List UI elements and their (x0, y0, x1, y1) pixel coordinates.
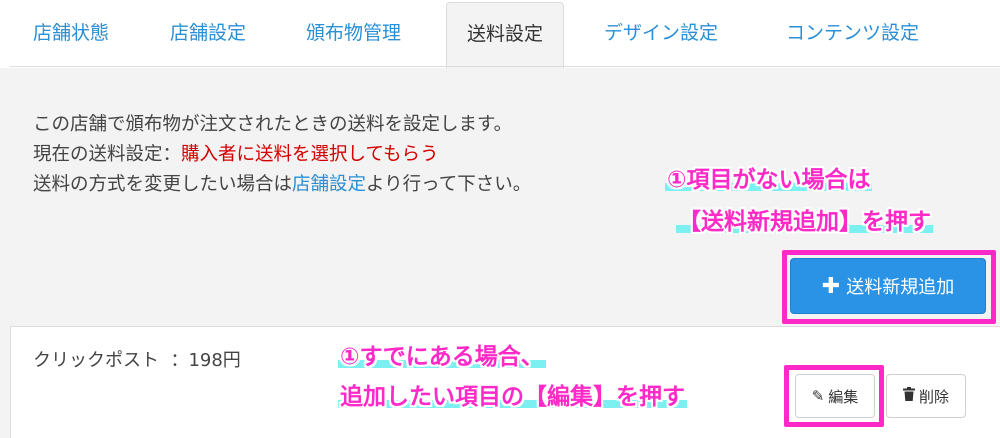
shipping-item-name: クリックポスト (33, 350, 159, 371)
edit-button[interactable]: ✎ 編集 (795, 374, 875, 418)
tab-store-settings[interactable]: 店舗設定 (170, 18, 246, 45)
current-setting-label: 現在の送料設定： (33, 144, 182, 165)
delete-label: 削除 (918, 387, 949, 406)
current-setting-value: 購入者に送料を選択してもらう (181, 144, 439, 165)
shipping-item-separator: ： (170, 350, 189, 371)
tab-design-settings[interactable]: デザイン設定 (604, 18, 718, 45)
store-settings-link[interactable]: 店舗設定 (292, 174, 366, 195)
tab-divider (10, 66, 1000, 67)
tab-content-settings[interactable]: コンテンツ設定 (786, 18, 919, 45)
delete-button[interactable]: 削除 (886, 374, 966, 418)
change-method-text: 送料の方式を変更したい場合は (33, 174, 293, 195)
annotation-bottom-line-1: ①すでにある場合、 (338, 344, 546, 370)
shipping-item-price: 198円 (188, 350, 241, 371)
add-shipping-button[interactable]: ✚ 送料新規追加 (790, 258, 986, 314)
shipping-item: クリックポスト ：198円 (33, 346, 241, 372)
annotation-top-line-2: 【送料新規追加】を押す (676, 209, 933, 235)
shipping-description: この店舗で頒布物が注文されたときの送料を設定します。 現在の送料設定：購入者に送… (33, 110, 531, 200)
annotation-bottom-line-2: 追加したい項目の【編集】を押す (338, 384, 687, 410)
description-line-2: 現在の送料設定：購入者に送料を選択してもらう (33, 140, 531, 170)
tab-distribution-management[interactable]: 頒布物管理 (306, 18, 401, 45)
description-line-1: この店舗で頒布物が注文されたときの送料を設定します。 (33, 114, 513, 135)
annotation-top-line-1: ①項目がない場合は (665, 167, 873, 193)
edit-label: 編集 (828, 387, 859, 406)
tab-shipping-settings[interactable]: 送料設定 (446, 2, 565, 68)
change-method-suffix: より行って下さい。 (366, 174, 532, 195)
description-line-3: 送料の方式を変更したい場合は店舗設定より行って下さい。 (33, 170, 531, 200)
add-shipping-label: 送料新規追加 (846, 277, 955, 298)
tab-bar: 店舗状態 店舗設定 頒布物管理 送料設定 デザイン設定 コンテンツ設定 (0, 0, 1000, 68)
plus-icon: ✚ (821, 273, 841, 299)
tab-store-status[interactable]: 店舗状態 (33, 18, 109, 45)
trash-icon (902, 387, 915, 405)
edit-icon: ✎ (811, 387, 825, 405)
